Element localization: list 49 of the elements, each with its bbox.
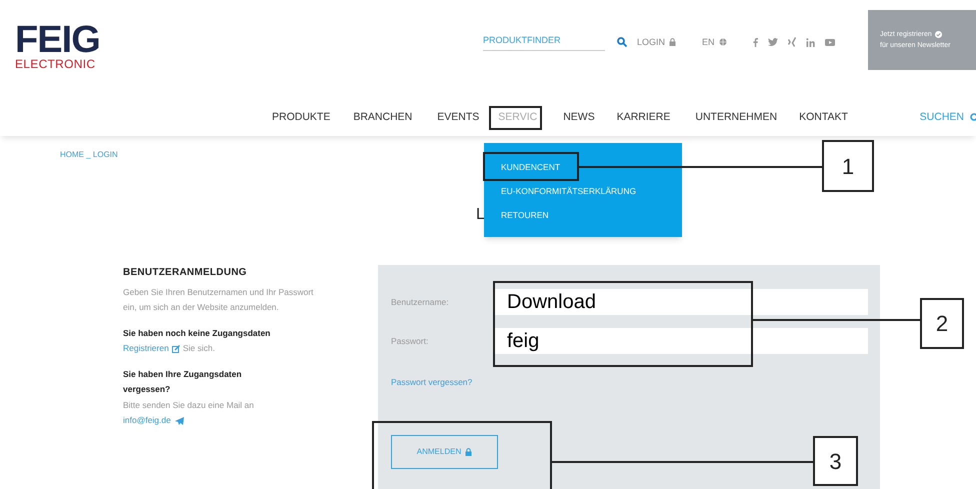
search-field[interactable]: PRODUKTFINDER: [483, 34, 605, 50]
callout-number: 3: [813, 436, 858, 486]
subheading: Sie haben Ihre Zugangsdaten vergessen?: [123, 368, 243, 396]
help-text: Bitte senden Sie dazu eine Mail an: [123, 398, 255, 412]
language-link[interactable]: EN: [702, 36, 727, 49]
field-label: Benutzername:: [391, 296, 450, 308]
search-icon: [617, 37, 627, 48]
highlight-frame: [489, 106, 542, 130]
nav-link[interactable]: PRODUKTE: [272, 110, 330, 126]
menu-item[interactable]: EU-KONFORMITÄTSERKLÄRUNG: [501, 179, 636, 203]
login-link[interactable]: LOGIN: [637, 36, 676, 49]
section-heading: BENUTZERANMELDUNG: [123, 266, 248, 280]
edit-icon: [172, 344, 180, 353]
input-field[interactable]: Download: [495, 289, 868, 315]
subheading: Sie haben noch keine Zugangsdaten: [123, 326, 272, 340]
nav-link[interactable]: EVENTS: [437, 110, 480, 126]
globe-icon: [718, 38, 727, 46]
lock-icon: [669, 38, 676, 46]
nav-link[interactable]: UNTERNEHMEN: [695, 110, 778, 126]
send-icon: [174, 416, 184, 425]
facebook-icon: [752, 38, 758, 47]
forgot-password-link[interactable]: Passwort vergessen?: [391, 376, 472, 389]
page-title: L: [476, 205, 485, 225]
check-icon: [934, 31, 942, 38]
email-link[interactable]: info@feig.de: [123, 413, 171, 428]
xing-icon: [788, 37, 796, 48]
register-text: Sie sich.: [182, 342, 215, 355]
logo-wordmark: FEIG: [15, 22, 101, 58]
nav-link[interactable]: KARRIERE: [616, 110, 670, 126]
login-button[interactable]: ANMELDEN: [391, 434, 498, 469]
nav-link[interactable]: NEWS: [563, 110, 595, 126]
input-field[interactable]: feig: [495, 328, 868, 354]
nav-link[interactable]: SERVIC: [494, 110, 542, 126]
intro-text: Geben Sie Ihren Benutzernamen und Ihr Passwort ein, um sich an der Website anzumelden.: [123, 286, 314, 314]
search-link[interactable]: SUCHEN: [920, 110, 976, 126]
lock-icon: [465, 448, 472, 456]
menu-item[interactable]: RETOUREN: [501, 203, 549, 227]
video-icon: [824, 38, 835, 46]
field-label: Passwort:: [391, 334, 430, 348]
bird-icon: [768, 38, 778, 46]
register-link[interactable]: Registrieren: [123, 341, 169, 356]
linkedin-icon: [806, 38, 815, 47]
breadcrumb[interactable]: HOME _ LOGIN: [60, 149, 118, 161]
logo-subtitle: ELECTRONIC: [15, 58, 96, 70]
menu-item[interactable]: KUNDENCENT: [501, 155, 560, 179]
nav-link[interactable]: BRANCHEN: [353, 110, 412, 126]
callout-number: 1: [822, 140, 874, 192]
nav-link[interactable]: KONTAKT: [799, 110, 848, 126]
callout-number: 2: [920, 298, 964, 349]
